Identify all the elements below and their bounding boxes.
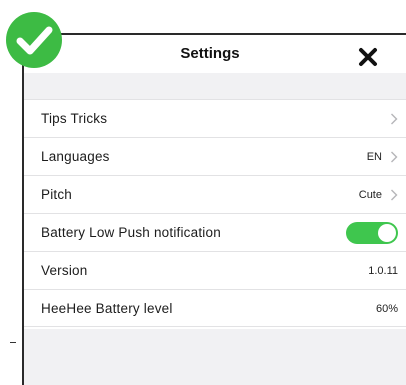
- row-tips-tricks[interactable]: Tips Tricks: [24, 99, 406, 137]
- settings-panel: Settings Tips Tricks Languages EN Pitch …: [22, 33, 406, 385]
- row-version: Version 1.0.11: [24, 251, 406, 289]
- row-languages[interactable]: Languages EN: [24, 137, 406, 175]
- row-value: Cute: [358, 189, 382, 201]
- chevron-right-icon: [391, 189, 398, 201]
- row-label: Version: [41, 263, 88, 278]
- row-value: 60%: [375, 303, 398, 315]
- row-value: 1.0.11: [368, 265, 398, 277]
- row-label: Pitch: [41, 187, 73, 202]
- row-label: HeeHee Battery level: [41, 301, 173, 316]
- section-gap-top: [24, 73, 406, 99]
- checkmark-badge-icon: [6, 12, 62, 68]
- row-pitch[interactable]: Pitch Cute: [24, 175, 406, 213]
- row-label: Battery Low Push notification: [41, 225, 221, 240]
- row-label: Languages: [41, 149, 110, 164]
- close-icon: [359, 48, 377, 66]
- screen: Settings Tips Tricks Languages EN Pitch …: [0, 0, 406, 385]
- row-battery-level: HeeHee Battery level 60%: [24, 289, 406, 327]
- toggle-knob: [378, 224, 396, 242]
- settings-list: Tips Tricks Languages EN Pitch Cute Batt…: [24, 99, 406, 327]
- row-label: Tips Tricks: [41, 111, 108, 126]
- edge-mark: [10, 342, 16, 343]
- row-value: EN: [366, 151, 382, 163]
- chevron-right-icon: [391, 113, 398, 125]
- section-gap-bottom: [24, 329, 406, 385]
- chevron-right-icon: [391, 151, 398, 163]
- close-button[interactable]: [358, 47, 378, 67]
- battery-notification-toggle[interactable]: [346, 222, 398, 244]
- row-battery-low-notification: Battery Low Push notification: [24, 213, 406, 251]
- settings-header: Settings: [24, 35, 406, 73]
- page-title: Settings: [180, 45, 240, 62]
